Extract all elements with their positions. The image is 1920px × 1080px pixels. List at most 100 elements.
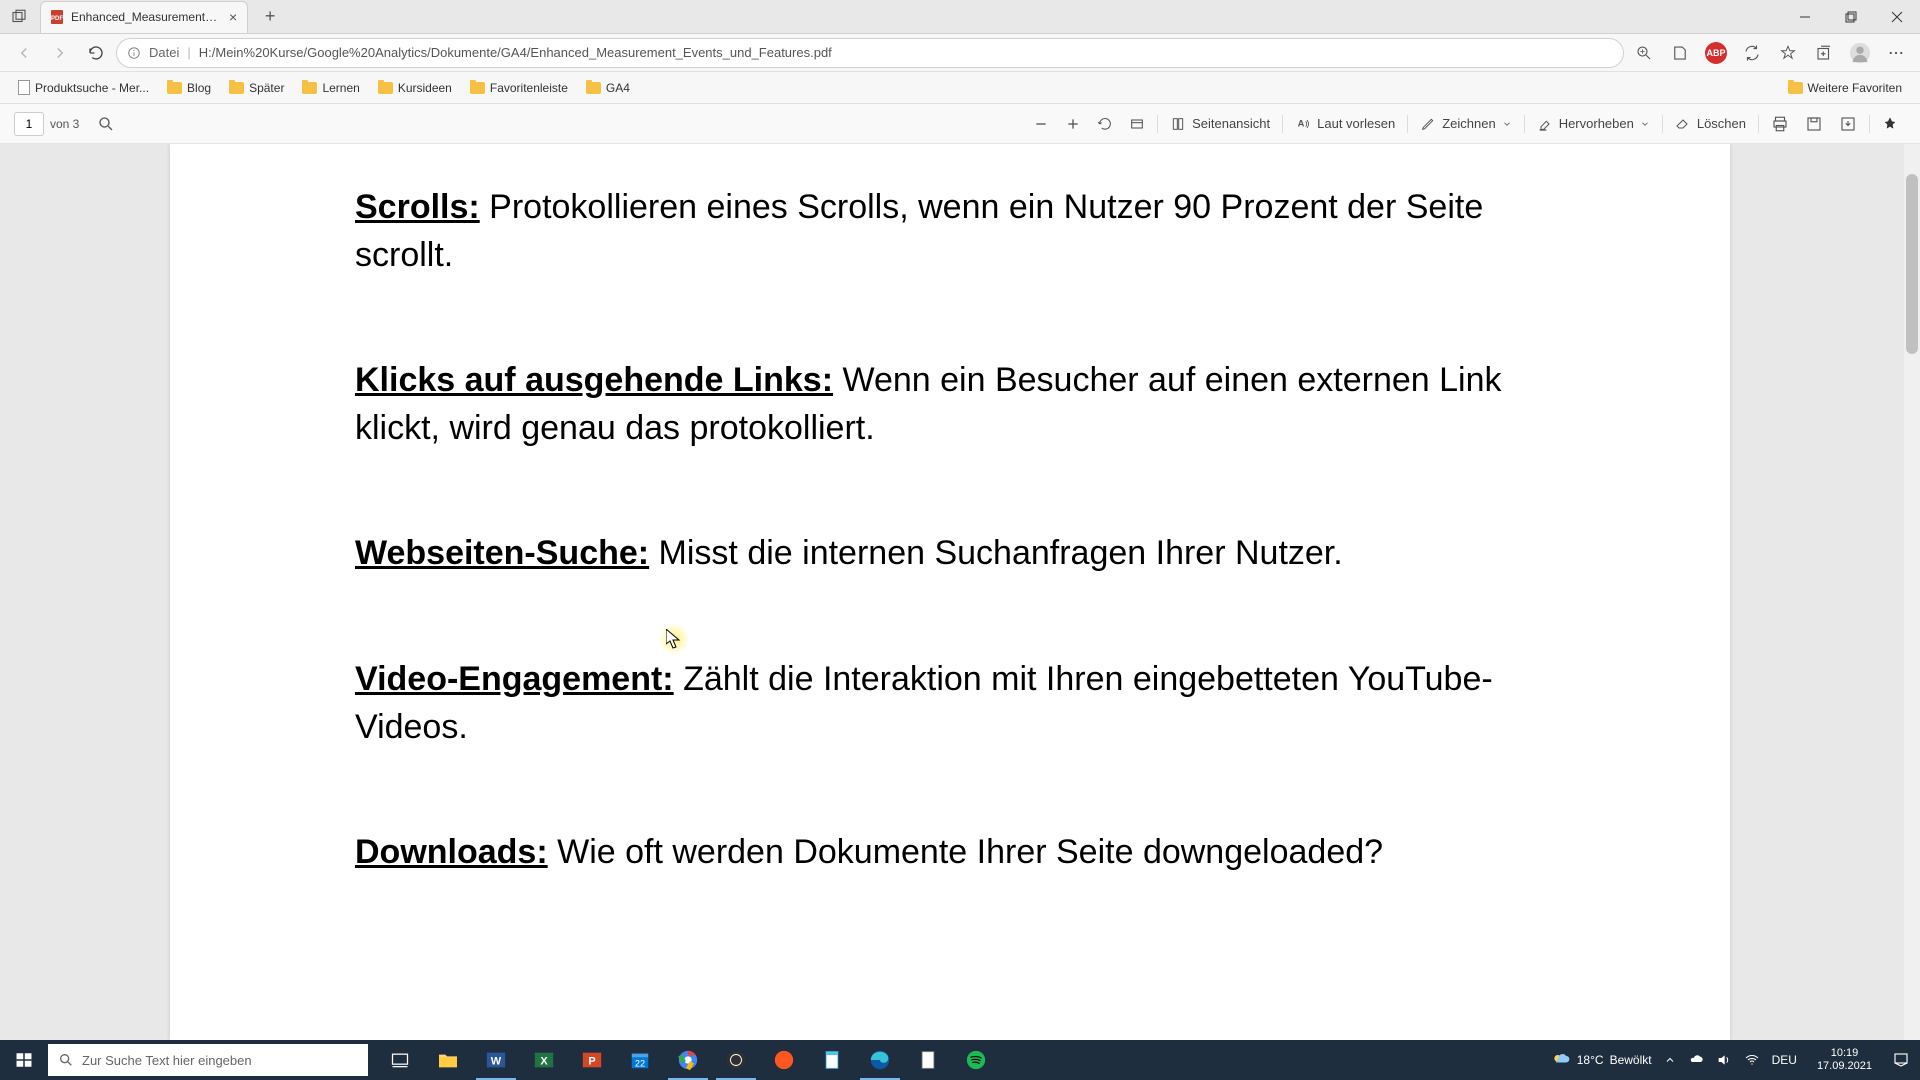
minimize-button[interactable] — [1782, 0, 1828, 33]
pen-icon — [1420, 116, 1436, 132]
volume-icon[interactable] — [1716, 1052, 1732, 1068]
language-indicator[interactable]: DEU — [1772, 1053, 1797, 1067]
bookmark-item[interactable]: Blog — [159, 77, 219, 99]
favorites-button[interactable] — [1772, 38, 1804, 68]
read-aloud-button[interactable]: ALaut vorlesen — [1287, 112, 1403, 136]
app-icon-1[interactable] — [760, 1040, 808, 1080]
bookmark-item[interactable]: Produktsuche - Mer... — [10, 76, 157, 99]
explorer-app[interactable] — [424, 1040, 472, 1080]
folder-icon — [229, 82, 244, 94]
doc-entry: Klicks auf ausgehende Links: Wenn ein Be… — [355, 357, 1545, 452]
powerpoint-app[interactable]: P — [568, 1040, 616, 1080]
powerpoint-icon: P — [581, 1049, 603, 1071]
minus-icon — [1033, 116, 1049, 132]
obs-icon — [725, 1049, 747, 1071]
weather-widget[interactable]: 18°C Bewölkt — [1551, 1050, 1652, 1070]
bookmark-item[interactable]: Kursideen — [370, 77, 460, 99]
calendar-app[interactable]: 22 — [616, 1040, 664, 1080]
maximize-button[interactable] — [1828, 0, 1874, 33]
rotate-icon — [1097, 116, 1113, 132]
back-button[interactable] — [8, 38, 40, 68]
wifi-icon[interactable] — [1744, 1052, 1760, 1068]
start-button[interactable] — [0, 1040, 48, 1080]
zoom-in-button[interactable] — [1057, 112, 1089, 136]
save-as-button[interactable] — [1831, 111, 1865, 137]
edge-icon — [869, 1049, 891, 1071]
profile-button[interactable] — [1844, 38, 1876, 68]
pin-toolbar-button[interactable] — [1874, 112, 1906, 136]
calendar-icon: 22 — [629, 1049, 651, 1071]
zoom-out-button[interactable] — [1025, 112, 1057, 136]
bookmark-item[interactable]: Favoritenleiste — [462, 77, 576, 99]
tab-actions-button[interactable] — [0, 1, 38, 33]
info-icon — [127, 46, 141, 60]
document-icon — [18, 80, 30, 95]
pin-icon — [1882, 116, 1898, 132]
doc-entry: Downloads: Wie oft werden Dokumente Ihre… — [355, 829, 1545, 877]
url-box[interactable]: Datei | H:/Mein%20Kurse/Google%20Analyti… — [116, 38, 1624, 68]
save-button[interactable] — [1797, 111, 1831, 137]
erase-button[interactable]: Löschen — [1667, 112, 1754, 136]
bookmark-item[interactable]: Lernen — [294, 77, 367, 99]
notepad-app[interactable] — [808, 1040, 856, 1080]
menu-button[interactable] — [1880, 38, 1912, 68]
chevron-up-icon[interactable] — [1664, 1054, 1676, 1066]
rotate-button[interactable] — [1089, 112, 1121, 136]
spotify-app[interactable] — [952, 1040, 1000, 1080]
read-aloud-icon: A — [1295, 116, 1311, 132]
folder-icon — [378, 82, 393, 94]
browser-tab[interactable]: PDF Enhanced_Measurement_Events × — [40, 1, 248, 33]
collections-button[interactable] — [1808, 38, 1840, 68]
reading-list-button[interactable] — [1664, 38, 1696, 68]
tab-close-button[interactable]: × — [227, 9, 239, 25]
draw-button[interactable]: Zeichnen — [1412, 112, 1519, 136]
print-icon — [1771, 115, 1789, 133]
word-app[interactable]: W — [472, 1040, 520, 1080]
reload-button[interactable] — [80, 38, 112, 68]
chrome-app[interactable] — [664, 1040, 712, 1080]
sync-icon — [1743, 44, 1761, 62]
onedrive-icon[interactable] — [1688, 1052, 1704, 1068]
new-tab-button[interactable]: + — [254, 2, 286, 32]
page-count-label: von 3 — [50, 117, 79, 131]
search-placeholder: Zur Suche Text hier eingeben — [82, 1053, 252, 1068]
bookmark-item[interactable]: Später — [221, 77, 292, 99]
print-button[interactable] — [1763, 111, 1797, 137]
highlighter-icon — [1537, 116, 1553, 132]
eraser-icon — [1675, 116, 1691, 132]
page-view-button[interactable]: Seitenansicht — [1162, 112, 1278, 136]
zoom-icon — [1635, 44, 1653, 62]
edge-app[interactable] — [856, 1040, 904, 1080]
clock[interactable]: 10:19 17.09.2021 — [1809, 1047, 1880, 1073]
bookmark-item[interactable]: GA4 — [578, 77, 638, 99]
obs-app[interactable] — [712, 1040, 760, 1080]
notepad-icon — [822, 1049, 842, 1071]
sync-button[interactable] — [1736, 38, 1768, 68]
tab-title: Enhanced_Measurement_Events — [71, 10, 221, 24]
scrollbar-thumb[interactable] — [1906, 174, 1918, 354]
find-button[interactable] — [89, 111, 123, 137]
folder-icon — [437, 1051, 459, 1069]
notifications-icon[interactable] — [1892, 1051, 1910, 1069]
task-view-button[interactable] — [376, 1040, 424, 1080]
app-icon-2[interactable] — [904, 1040, 952, 1080]
taskbar-search[interactable]: Zur Suche Text hier eingeben — [48, 1044, 368, 1076]
pdf-viewport[interactable]: Scrolls: Protokollieren eines Scrolls, w… — [0, 144, 1920, 1040]
forward-button[interactable] — [44, 38, 76, 68]
close-button[interactable] — [1874, 0, 1920, 33]
fit-button[interactable] — [1121, 112, 1153, 136]
adblocker-button[interactable]: ABP — [1700, 38, 1732, 68]
highlight-button[interactable]: Hervorheben — [1529, 112, 1658, 136]
chevron-down-icon — [1502, 119, 1512, 129]
save-as-icon — [1839, 115, 1857, 133]
page-number-input[interactable] — [14, 112, 44, 136]
excel-app[interactable]: X — [520, 1040, 568, 1080]
dots-icon — [1887, 44, 1905, 62]
pdf-toolbar: von 3 Seitenansicht ALaut vorlesen Zeich… — [0, 104, 1920, 144]
save-icon — [1805, 115, 1823, 133]
more-favorites-button[interactable]: Weitere Favoriten — [1780, 77, 1910, 99]
close-icon — [1891, 11, 1903, 23]
vertical-scrollbar[interactable] — [1904, 144, 1920, 1040]
collections-icon — [1815, 44, 1833, 62]
zoom-button[interactable] — [1628, 38, 1660, 68]
